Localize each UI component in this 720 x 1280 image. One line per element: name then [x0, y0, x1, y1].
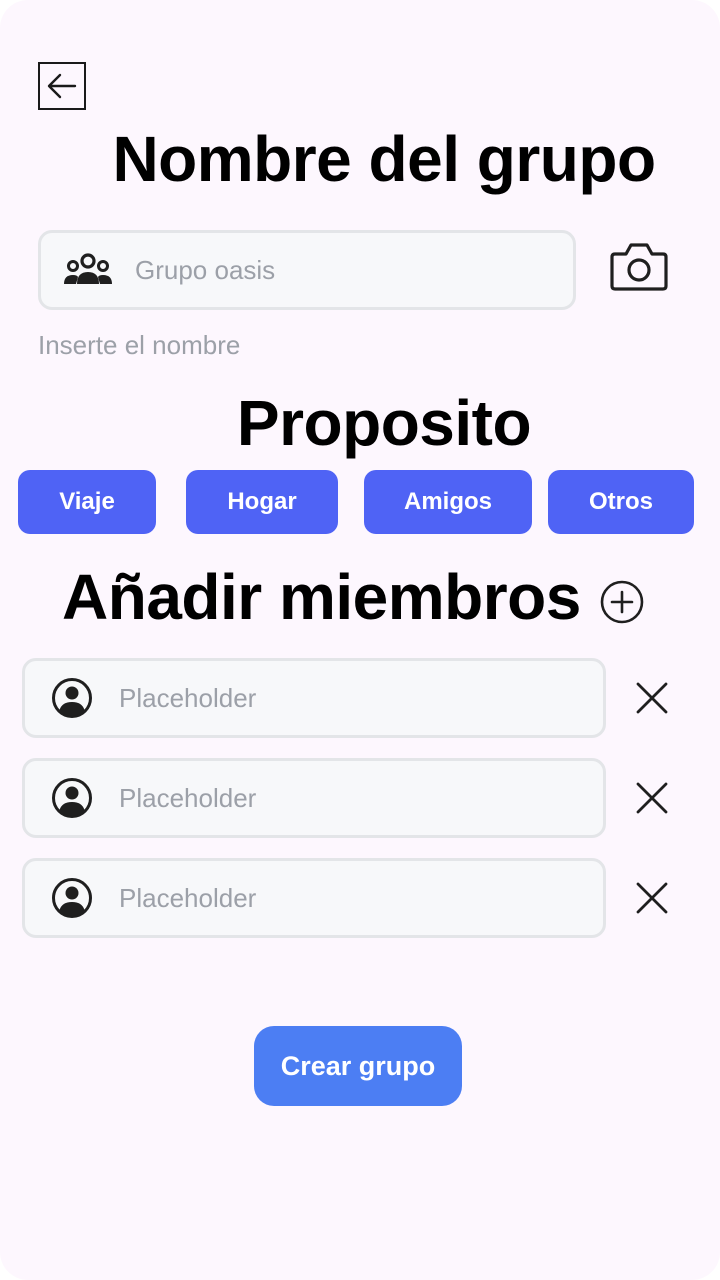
user-avatar-icon	[51, 776, 93, 820]
purpose-chip-otros[interactable]: Otros	[548, 470, 694, 534]
group-people-icon	[63, 250, 113, 290]
camera-icon	[610, 243, 668, 291]
remove-member-button[interactable]	[630, 676, 674, 720]
group-name-field[interactable]	[38, 230, 576, 310]
user-avatar-icon	[51, 676, 93, 720]
group-name-hint: Inserte el nombre	[38, 330, 241, 360]
member-input[interactable]	[119, 882, 603, 914]
create-group-screen: Nombre del grupo Inserte el nombre Propo…	[0, 0, 720, 1280]
page-title: Nombre del grupo	[112, 123, 656, 195]
create-group-button[interactable]: Crear grupo	[254, 1026, 462, 1106]
member-input[interactable]	[119, 682, 603, 714]
members-title: Añadir miembros	[62, 561, 581, 633]
add-member-button[interactable]	[598, 578, 646, 626]
user-avatar-icon	[51, 876, 93, 920]
remove-member-button[interactable]	[630, 776, 674, 820]
remove-member-button[interactable]	[630, 876, 674, 920]
purpose-title: Proposito	[236, 387, 532, 459]
camera-button[interactable]	[608, 238, 670, 296]
arrow-left-icon	[47, 73, 77, 99]
plus-circle-icon	[600, 580, 644, 624]
purpose-chip-hogar[interactable]: Hogar	[186, 470, 338, 534]
close-icon	[636, 682, 668, 714]
purpose-chip-viaje[interactable]: Viaje	[18, 470, 156, 534]
member-field[interactable]	[22, 758, 606, 838]
group-name-input[interactable]	[135, 254, 573, 286]
purpose-chip-amigos[interactable]: Amigos	[364, 470, 532, 534]
back-button[interactable]	[38, 62, 86, 110]
member-input[interactable]	[119, 782, 603, 814]
member-field[interactable]	[22, 658, 606, 738]
close-icon	[636, 882, 668, 914]
member-field[interactable]	[22, 858, 606, 938]
close-icon	[636, 782, 668, 814]
